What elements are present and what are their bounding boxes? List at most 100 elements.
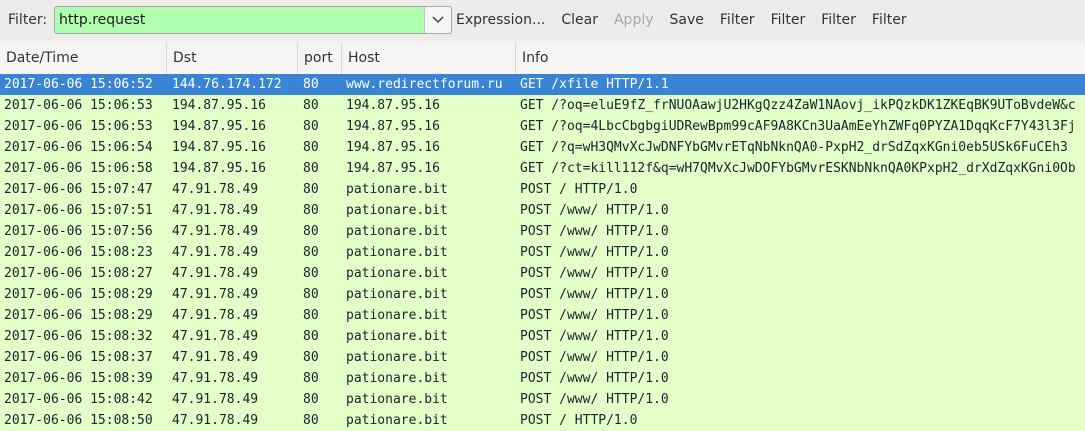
cell-port: 80 <box>303 308 319 323</box>
chevron-down-icon <box>432 16 444 24</box>
clear-button[interactable]: Clear <box>561 12 598 28</box>
cell-port: 80 <box>303 161 319 176</box>
cell-host: pationare.bit <box>346 182 448 197</box>
cell-port: 80 <box>303 182 319 197</box>
cell-info: POST /www/ HTTP/1.0 <box>520 287 669 302</box>
column-header-port[interactable]: port <box>298 43 342 74</box>
cell-datetime: 2017-06-06 15:07:56 <box>4 224 153 239</box>
cell-info: GET /?q=wH3QMvXcJwDNFYbGMvrETqNbNknQA0-P… <box>520 140 1068 155</box>
cell-dst: 194.87.95.16 <box>172 140 266 155</box>
cell-dst: 194.87.95.16 <box>172 161 266 176</box>
cell-dst: 47.91.78.49 <box>172 266 259 281</box>
table-row[interactable]: 2017-06-06 15:06:53 194.87.95.16 80 194.87.… <box>0 95 1085 116</box>
cell-dst: 194.87.95.16 <box>172 119 266 134</box>
cell-port: 80 <box>303 266 319 281</box>
apply-button[interactable]: Apply <box>614 12 654 28</box>
filter-button-2[interactable]: Filter <box>771 12 806 28</box>
cell-info: POST /www/ HTTP/1.0 <box>520 203 669 218</box>
table-row[interactable]: 2017-06-06 15:06:54 194.87.95.16 80 194.87.… <box>0 137 1085 158</box>
cell-host: 194.87.95.16 <box>346 161 440 176</box>
column-header-dst[interactable]: Dst <box>167 43 298 74</box>
cell-datetime: 2017-06-06 15:06:53 <box>4 119 153 134</box>
cell-datetime: 2017-06-06 15:06:54 <box>4 140 153 155</box>
cell-datetime: 2017-06-06 15:07:51 <box>4 203 153 218</box>
cell-datetime: 2017-06-06 15:06:53 <box>4 98 153 113</box>
cell-info: POST /www/ HTTP/1.0 <box>520 392 669 407</box>
table-row-selected[interactable]: 2017-06-06 15:06:52 144.76.174.172 80 www.r… <box>0 74 1085 95</box>
cell-info: POST /www/ HTTP/1.0 <box>520 266 669 281</box>
cell-dst: 47.91.78.49 <box>172 287 259 302</box>
cell-port: 80 <box>303 224 319 239</box>
table-row[interactable]: 2017-06-06 15:08:50 47.91.78.49 80 pationar… <box>0 410 1085 431</box>
cell-port: 80 <box>303 287 319 302</box>
cell-datetime: 2017-06-06 15:08:23 <box>4 245 153 260</box>
cell-port: 80 <box>303 392 319 407</box>
cell-dst: 47.91.78.49 <box>172 392 259 407</box>
column-header-datetime[interactable]: Date/Time <box>0 43 167 74</box>
cell-port: 80 <box>303 203 319 218</box>
cell-port: 80 <box>303 119 319 134</box>
table-row[interactable]: 2017-06-06 15:06:58 194.87.95.16 80 194.87.… <box>0 158 1085 179</box>
save-button[interactable]: Save <box>670 12 704 28</box>
table-row[interactable]: 2017-06-06 15:07:56 47.91.78.49 80 pationar… <box>0 221 1085 242</box>
cell-dst: 47.91.78.49 <box>172 245 259 260</box>
table-row[interactable]: 2017-06-06 15:06:53 194.87.95.16 80 194.87.… <box>0 116 1085 137</box>
cell-port: 80 <box>303 350 319 365</box>
table-row[interactable]: 2017-06-06 15:08:39 47.91.78.49 80 pationar… <box>0 368 1085 389</box>
cell-info: POST /www/ HTTP/1.0 <box>520 329 669 344</box>
cell-host: pationare.bit <box>346 371 448 386</box>
table-row[interactable]: 2017-06-06 15:08:27 47.91.78.49 80 pationar… <box>0 263 1085 284</box>
cell-datetime: 2017-06-06 15:06:58 <box>4 161 153 176</box>
cell-info: GET /xfile HTTP/1.1 <box>520 77 669 92</box>
cell-datetime: 2017-06-06 15:08:42 <box>4 392 153 407</box>
cell-dst: 47.91.78.49 <box>172 371 259 386</box>
cell-datetime: 2017-06-06 15:08:37 <box>4 350 153 365</box>
cell-dst: 47.91.78.49 <box>172 413 259 428</box>
cell-datetime: 2017-06-06 15:08:29 <box>4 308 153 323</box>
cell-info: POST /www/ HTTP/1.0 <box>520 224 669 239</box>
cell-host: www.redirectforum.ru <box>346 77 503 92</box>
cell-info: POST /www/ HTTP/1.0 <box>520 245 669 260</box>
filter-button-1[interactable]: Filter <box>720 12 755 28</box>
table-row[interactable]: 2017-06-06 15:08:32 47.91.78.49 80 pationar… <box>0 326 1085 347</box>
filter-dropdown-button[interactable] <box>424 7 451 33</box>
cell-host: pationare.bit <box>346 413 448 428</box>
cell-datetime: 2017-06-06 15:08:29 <box>4 287 153 302</box>
table-row[interactable]: 2017-06-06 15:07:51 47.91.78.49 80 pationar… <box>0 200 1085 221</box>
filter-button-4[interactable]: Filter <box>872 12 907 28</box>
cell-host: pationare.bit <box>346 287 448 302</box>
table-row[interactable]: 2017-06-06 15:08:23 47.91.78.49 80 pationar… <box>0 242 1085 263</box>
cell-port: 80 <box>303 77 319 92</box>
cell-port: 80 <box>303 140 319 155</box>
cell-port: 80 <box>303 245 319 260</box>
cell-host: pationare.bit <box>346 245 448 260</box>
cell-datetime: 2017-06-06 15:08:32 <box>4 329 153 344</box>
cell-datetime: 2017-06-06 15:08:39 <box>4 371 153 386</box>
cell-dst: 144.76.174.172 <box>172 77 282 92</box>
cell-dst: 194.87.95.16 <box>172 98 266 113</box>
cell-host: pationare.bit <box>346 266 448 281</box>
cell-datetime: 2017-06-06 15:08:50 <box>4 413 153 428</box>
table-row[interactable]: 2017-06-06 15:08:42 47.91.78.49 80 pationar… <box>0 389 1085 410</box>
expression-button[interactable]: Expression... <box>456 12 545 28</box>
column-header-host[interactable]: Host <box>342 43 516 74</box>
display-filter-combobox[interactable]: http.request <box>54 6 452 34</box>
cell-port: 80 <box>303 413 319 428</box>
column-header-info[interactable]: Info <box>516 43 1085 74</box>
table-row[interactable]: 2017-06-06 15:08:29 47.91.78.49 80 pationar… <box>0 284 1085 305</box>
cell-host: pationare.bit <box>346 329 448 344</box>
packet-list[interactable]: 2017-06-06 15:06:52 144.76.174.172 80 www.r… <box>0 74 1085 431</box>
table-row[interactable]: 2017-06-06 15:08:37 47.91.78.49 80 pationar… <box>0 347 1085 368</box>
cell-info: GET /?oq=eluE9fZ_frNUOAawjU2HKgQzz4ZaW1N… <box>520 98 1076 113</box>
cell-host: 194.87.95.16 <box>346 140 440 155</box>
cell-host: pationare.bit <box>346 224 448 239</box>
cell-dst: 47.91.78.49 <box>172 308 259 323</box>
filter-toolbar: Filter: http.request Expression... Clear… <box>0 0 1085 40</box>
cell-dst: 47.91.78.49 <box>172 350 259 365</box>
cell-datetime: 2017-06-06 15:07:47 <box>4 182 153 197</box>
table-row[interactable]: 2017-06-06 15:07:47 47.91.78.49 80 pationar… <box>0 179 1085 200</box>
filter-label: Filter: <box>8 12 48 28</box>
filter-button-3[interactable]: Filter <box>821 12 856 28</box>
display-filter-input[interactable]: http.request <box>59 7 419 33</box>
table-row[interactable]: 2017-06-06 15:08:29 47.91.78.49 80 pationar… <box>0 305 1085 326</box>
